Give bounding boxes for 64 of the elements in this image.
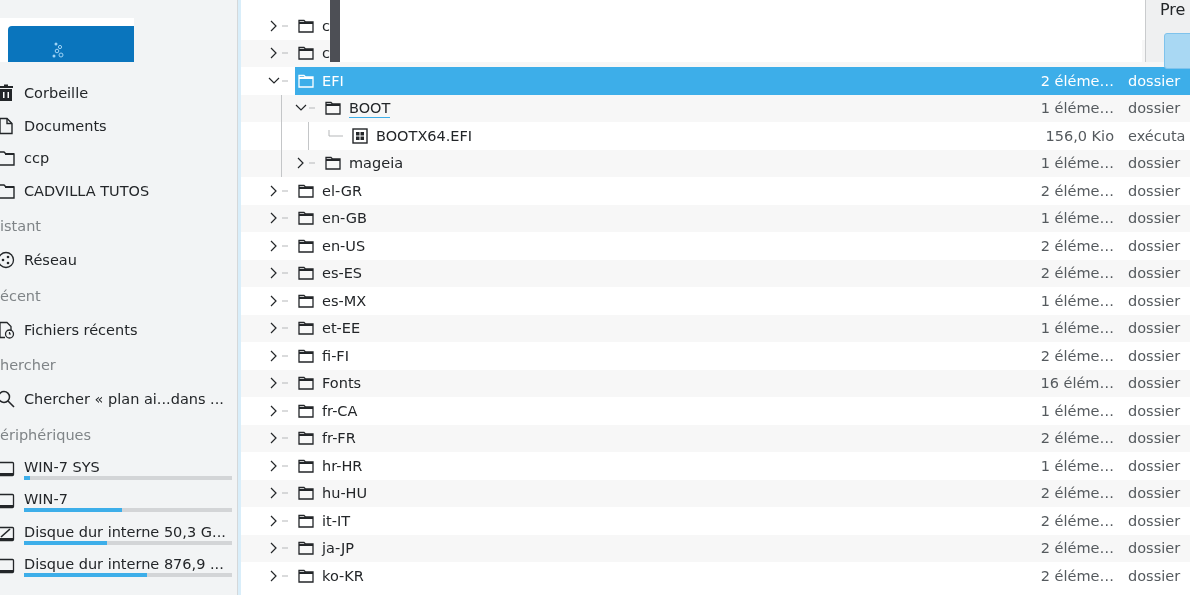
file-size: 2 éléme… (1039, 182, 1114, 199)
file-size: 2 éléme… (1039, 347, 1114, 364)
file-name: hu-HU (322, 485, 369, 502)
file-name: BOOTX64.EFI (376, 127, 474, 144)
section-header: écent (0, 286, 42, 306)
file-size: 1 éléme… (1039, 457, 1114, 474)
file-type: dossier (1128, 567, 1182, 584)
file-name: en-US (322, 237, 367, 254)
file-type: exécuta (1128, 127, 1187, 144)
file-type: dossier (1128, 375, 1182, 392)
file-type: dossier (1128, 210, 1182, 227)
file-name: Fonts (322, 375, 363, 392)
file-type: dossier (1128, 100, 1182, 117)
file-name: fi-FI (322, 347, 350, 364)
file-size: 2 éléme… (1039, 265, 1114, 282)
file-type: dossier (1128, 457, 1182, 474)
file-name: et-EE (322, 320, 362, 337)
file-size: 156,0 Kio (1044, 127, 1114, 144)
file-size: 1 éléme… (1039, 402, 1114, 419)
file-type: dossier (1128, 72, 1182, 89)
file-name: BOOT (349, 100, 392, 117)
file-size: 2 éléme… (1039, 237, 1114, 254)
file-size: 1 éléme… (1039, 100, 1114, 117)
file-size: 1 éléme… (1039, 210, 1114, 227)
file-name: EFI (322, 72, 345, 89)
file-name: en-GB (322, 210, 369, 227)
preview-label: Pre (1160, 0, 1187, 19)
file-size: 2 éléme… (1039, 72, 1114, 89)
file-name: fr-CA (322, 402, 359, 419)
file-size: 2 éléme… (1039, 540, 1114, 557)
file-type: dossier (1128, 237, 1182, 254)
file-name: fr-FR (322, 430, 357, 447)
file-name: c (322, 45, 331, 62)
file-name: es-MX (322, 292, 368, 309)
section-header: hercher (0, 356, 57, 375)
file-name: ko-KR (322, 567, 365, 584)
file-type: dossier (1128, 485, 1182, 502)
file-name: c (322, 17, 331, 34)
section-header: ériphériques (0, 425, 93, 445)
file-size: 1 éléme… (1039, 320, 1114, 337)
section-header: istant (0, 217, 43, 236)
file-name: es-ES (322, 265, 364, 282)
file-type: dossier (1128, 320, 1182, 337)
file-name: it-IT (322, 512, 352, 529)
file-type: dossier (1128, 265, 1182, 282)
file-size: 2 éléme… (1039, 430, 1114, 447)
file-size: 2 éléme… (1039, 567, 1114, 584)
file-size: 2 éléme… (1039, 512, 1114, 529)
file-name: ja-JP (322, 540, 355, 557)
file-name: mageia (349, 155, 405, 172)
file-type: dossier (1128, 430, 1182, 447)
file-size: 2 éléme… (1039, 485, 1114, 502)
file-type: dossier (1128, 512, 1182, 529)
file-size: 1 éléme… (1039, 292, 1114, 309)
file-size: 16 élém… (1039, 375, 1114, 392)
file-type: dossier (1128, 347, 1182, 364)
file-name: hr-HR (322, 457, 364, 474)
file-type: dossier (1128, 292, 1182, 309)
file-name: el-GR (322, 182, 364, 199)
file-type: dossier (1128, 402, 1182, 419)
file-size: 1 éléme… (1039, 155, 1114, 172)
file-type: dossier (1128, 540, 1182, 557)
file-type: dossier (1128, 155, 1182, 172)
file-type: dossier (1128, 182, 1182, 199)
